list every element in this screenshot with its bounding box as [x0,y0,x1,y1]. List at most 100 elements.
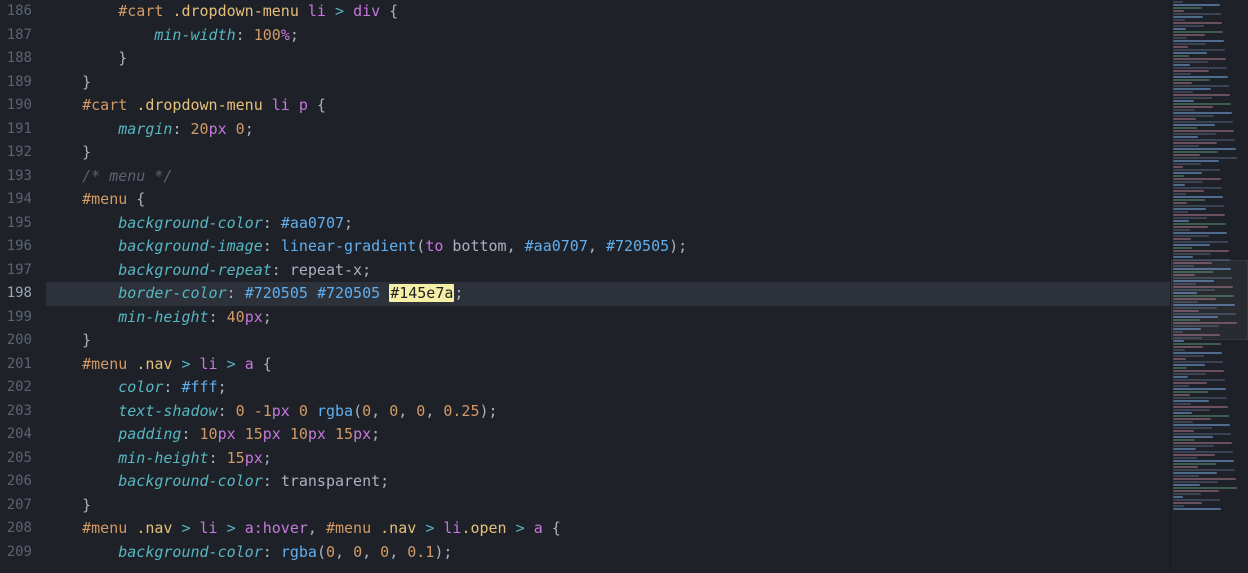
code-line[interactable]: } [46,47,1248,71]
code-line[interactable]: #menu { [46,188,1248,212]
code-line[interactable]: /* menu */ [46,165,1248,189]
minimap-line [1173,52,1207,54]
minimap-line [1173,220,1189,222]
line-number[interactable]: 186 [0,0,32,24]
line-number[interactable]: 190 [0,94,32,118]
code-line[interactable]: #menu .nav > li > a:hover, #menu .nav > … [46,517,1248,541]
code-token: , [425,402,443,420]
line-number[interactable]: 193 [0,165,32,189]
line-number[interactable]: 201 [0,353,32,377]
minimap-line [1173,253,1211,255]
minimap-line [1173,352,1222,354]
code-line[interactable]: text-shadow: 0 -1px 0 rgba(0, 0, 0, 0.25… [46,400,1248,424]
line-number[interactable]: 202 [0,376,32,400]
code-line[interactable]: background-color: rgba(0, 0, 0, 0.1); [46,541,1248,565]
code-line[interactable]: } [46,71,1248,95]
code-line[interactable]: } [46,329,1248,353]
line-number[interactable]: 200 [0,329,32,353]
line-number[interactable]: 187 [0,24,32,48]
code-token: .nav [136,355,172,373]
line-number[interactable]: 194 [0,188,32,212]
minimap-line [1173,499,1220,501]
code-token: #menu [326,519,371,537]
line-number[interactable]: 195 [0,212,32,236]
code-token [263,96,272,114]
code-token: px [263,425,281,443]
line-number[interactable]: 207 [0,494,32,518]
code-token: px [209,120,227,138]
code-line[interactable]: margin: 20px 0; [46,118,1248,142]
code-token: 15 [227,449,245,467]
code-token: { [127,190,145,208]
code-token: px [245,308,263,326]
code-line[interactable]: } [46,141,1248,165]
code-token: } [82,331,91,349]
minimap-line [1173,184,1185,186]
line-number[interactable]: 205 [0,447,32,471]
code-token: #aa0707 [525,237,588,255]
code-line[interactable]: background-color: #aa0707; [46,212,1248,236]
code-token: #cart [118,2,163,20]
minimap-viewport[interactable] [1171,260,1248,340]
code-line[interactable]: #menu .nav > li > a { [46,353,1248,377]
minimap-line [1173,481,1218,483]
minimap-line [1173,130,1234,132]
code-token: a [534,519,543,537]
minimap-line [1173,403,1191,405]
code-line[interactable]: padding: 10px 15px 10px 15px; [46,423,1248,447]
line-number[interactable]: 206 [0,470,32,494]
code-line[interactable]: min-height: 15px; [46,447,1248,471]
line-number[interactable]: 204 [0,423,32,447]
line-number[interactable]: 197 [0,259,32,283]
code-token: } [82,143,91,161]
minimap-line [1173,199,1205,201]
minimap-line [1173,409,1210,411]
line-number[interactable]: 192 [0,141,32,165]
code-editor[interactable]: 1861871881891901911921931941951961971981… [0,0,1248,573]
code-line[interactable]: min-height: 40px; [46,306,1248,330]
code-token: > [181,519,190,537]
line-number[interactable]: 208 [0,517,32,541]
line-number[interactable]: 196 [0,235,32,259]
code-token: : [236,26,254,44]
line-number[interactable]: 203 [0,400,32,424]
code-token [380,284,389,302]
minimap-line [1173,442,1232,444]
code-line[interactable]: #cart .dropdown-menu li > div { [46,0,1248,24]
code-token [525,519,534,537]
code-line[interactable]: } [46,494,1248,518]
code-token: 0 [380,543,389,561]
minimap-line [1173,490,1219,492]
code-line[interactable]: border-color: #720505 #720505 #145e7a; [46,282,1248,306]
minimap-line [1173,73,1191,75]
minimap-line [1173,241,1228,243]
minimap-line [1173,79,1210,81]
line-number[interactable]: 209 [0,541,32,565]
code-token: , [389,543,407,561]
line-number-gutter[interactable]: 1861871881891901911921931941951961971981… [0,0,40,573]
line-number[interactable]: 189 [0,71,32,95]
code-line[interactable]: background-color: transparent; [46,470,1248,494]
code-line[interactable]: background-repeat: repeat-x; [46,259,1248,283]
minimap-line [1173,97,1212,99]
code-token: li [200,519,218,537]
code-token: , [371,402,389,420]
code-line[interactable]: background-image: linear-gradient(to bot… [46,235,1248,259]
code-token: , [588,237,606,255]
line-number[interactable]: 191 [0,118,32,142]
code-token: > [227,519,236,537]
code-token: min-height [118,308,208,326]
code-token: padding [118,425,181,443]
line-number[interactable]: 199 [0,306,32,330]
line-number[interactable]: 198 [0,282,32,306]
minimap[interactable] [1170,0,1248,573]
line-number[interactable]: 188 [0,47,32,71]
code-line[interactable]: #cart .dropdown-menu li p { [46,94,1248,118]
code-line[interactable]: color: #fff; [46,376,1248,400]
code-token: #aa0707 [281,214,344,232]
code-area[interactable]: #cart .dropdown-menu li > div { min-widt… [40,0,1248,573]
minimap-line [1173,244,1210,246]
code-token: #720505 [317,284,380,302]
minimap-line [1173,58,1226,60]
code-line[interactable]: min-width: 100%; [46,24,1248,48]
